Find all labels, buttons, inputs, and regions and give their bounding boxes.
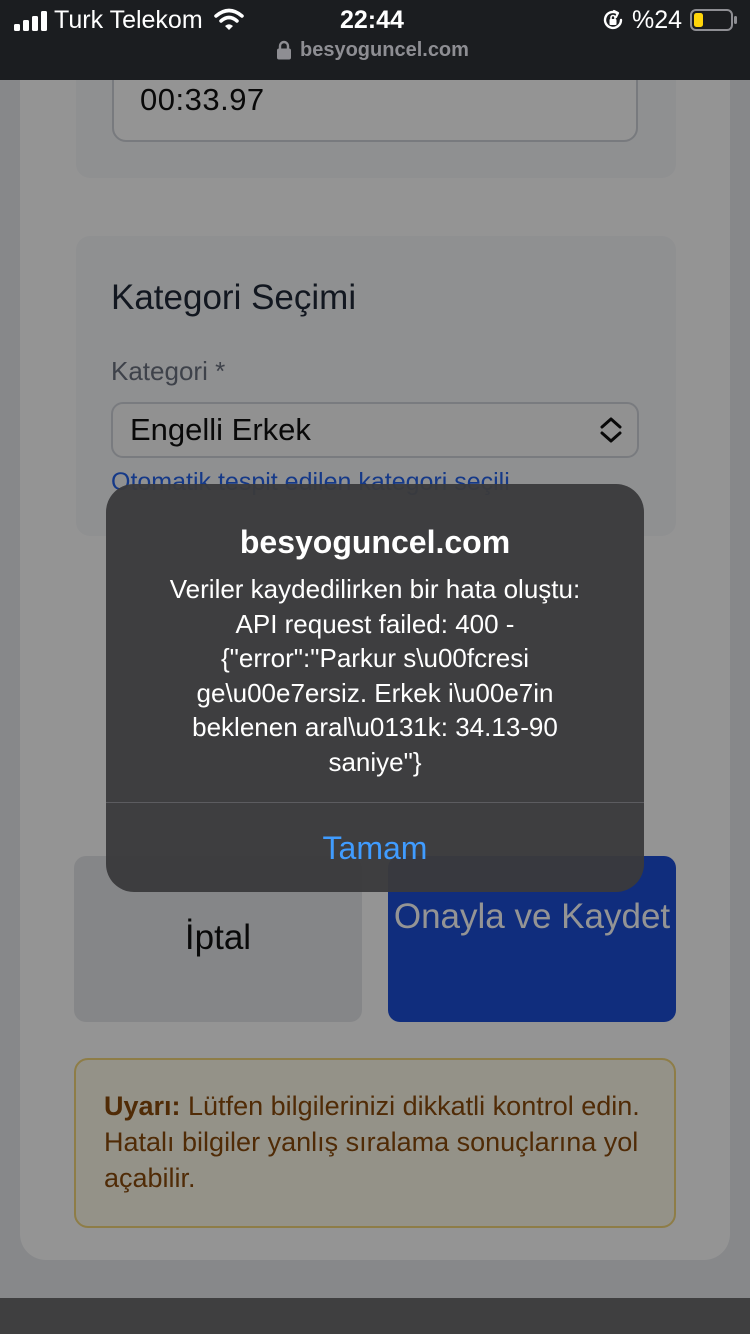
- secure-lock-icon: [277, 40, 291, 60]
- battery-percent: %24: [632, 6, 683, 34]
- cellular-signal-icon: [14, 11, 47, 31]
- orientation-lock-icon: [603, 9, 623, 30]
- page-url[interactable]: besyoguncel.com: [300, 39, 469, 62]
- bottom-bar: [0, 1298, 750, 1334]
- alert-dialog: besyoguncel.com Veriler kaydedilirken bi…: [106, 484, 644, 892]
- carrier-name: Turk Telekom: [54, 6, 203, 34]
- battery-icon: [690, 9, 737, 31]
- alert-title: besyoguncel.com: [239, 524, 511, 560]
- ok-button-label: Tamam: [322, 830, 428, 866]
- alert-message: Veriler kaydedilirken bir hata oluştu: A…: [169, 574, 581, 777]
- clock: 22:44: [340, 6, 404, 34]
- status-bar: Turk Telekom 22:44 %24 besyoguncel.com: [0, 0, 750, 80]
- wifi-icon: [214, 8, 244, 30]
